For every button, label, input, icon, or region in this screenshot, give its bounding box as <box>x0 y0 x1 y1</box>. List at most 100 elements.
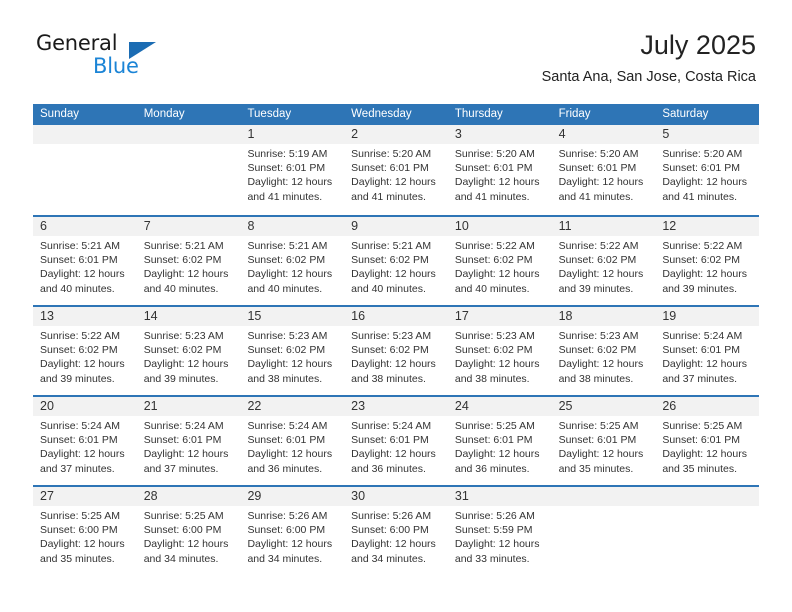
day-details: Sunrise: 5:20 AM Sunset: 6:01 PM Daylight:… <box>344 144 448 204</box>
daylight-text-line1: Daylight: 12 hours <box>662 268 747 281</box>
sunrise-text: Sunrise: 5:23 AM <box>558 330 639 342</box>
calendar-day-cell[interactable]: 17 Sunrise: 5:23 AM Sunset: 6:02 PM Dayligh… <box>447 307 552 395</box>
day-number-strip: 10 <box>447 217 552 236</box>
day-number: 4 <box>558 127 566 141</box>
daylight-text-line1: Daylight: 12 hours <box>143 268 229 281</box>
daylight-text-line2: and 39 minutes. <box>662 282 738 295</box>
day-details: Sunrise: 5:24 AM Sunset: 6:01 PM Daylight:… <box>33 416 137 476</box>
sunrise-text: Sunrise: 5:25 AM <box>40 510 120 522</box>
calendar-day-cell[interactable]: 23 Sunrise: 5:24 AM Sunset: 6:01 PM Dayligh… <box>344 397 448 485</box>
calendar-day-cell[interactable]: 12 Sunrise: 5:22 AM Sunset: 6:02 PM Dayligh… <box>655 217 760 305</box>
day-details: Sunrise: 5:25 AM Sunset: 6:01 PM Daylight:… <box>552 416 656 476</box>
calendar-day-cell[interactable]: 24 Sunrise: 5:25 AM Sunset: 6:01 PM Dayligh… <box>447 397 552 485</box>
calendar-day-cell[interactable]: 3 Sunrise: 5:20 AM Sunset: 6:01 PM Daylight… <box>447 125 552 215</box>
sunset-text: Sunset: 6:01 PM <box>662 162 740 175</box>
calendar-day-cell[interactable]: 9 Sunrise: 5:21 AM Sunset: 6:02 PM Daylight… <box>344 217 448 305</box>
calendar-day-cell[interactable]: 25 Sunrise: 5:25 AM Sunset: 6:01 PM Dayligh… <box>551 397 656 485</box>
day-number: 24 <box>454 399 469 413</box>
calendar-day-cell[interactable]: 31 Sunrise: 5:26 AM Sunset: 5:59 PM Dayligh… <box>447 487 552 575</box>
sunset-text: Sunset: 6:02 PM <box>558 254 637 267</box>
calendar-day-cell[interactable]: 29 Sunrise: 5:26 AM Sunset: 6:00 PM Dayligh… <box>240 487 345 575</box>
calendar-day-cell[interactable]: 10 Sunrise: 5:22 AM Sunset: 6:02 PM Dayligh… <box>447 217 552 305</box>
sunrise-text: Sunrise: 5:24 AM <box>662 330 743 342</box>
daylight-text-line2: and 39 minutes. <box>558 282 634 295</box>
calendar-day-cell[interactable]: 28 Sunrise: 5:25 AM Sunset: 6:00 PM Dayligh… <box>136 487 241 575</box>
daylight-text-line2: and 35 minutes. <box>662 462 738 475</box>
daylight-text-line1: Daylight: 12 hours <box>558 448 644 461</box>
calendar-day-cell[interactable]: 20 Sunrise: 5:24 AM Sunset: 6:01 PM Dayligh… <box>33 397 137 485</box>
sunrise-text: Sunrise: 5:22 AM <box>40 330 120 342</box>
day-details: Sunrise: 5:25 AM Sunset: 6:00 PM Daylight:… <box>33 506 137 566</box>
sunset-text: Sunset: 6:02 PM <box>351 344 429 357</box>
page-title: July 2025 <box>640 30 756 60</box>
calendar-day-cell[interactable]: 7 Sunrise: 5:21 AM Sunset: 6:02 PM Daylight… <box>136 217 241 305</box>
day-details: Sunrise: 5:25 AM Sunset: 6:01 PM Daylight:… <box>655 416 759 476</box>
sunrise-text: Sunrise: 5:24 AM <box>40 420 120 432</box>
calendar-day-cell-empty <box>136 125 241 215</box>
sunset-text: Sunset: 6:02 PM <box>351 254 429 267</box>
calendar-day-cell[interactable]: 16 Sunrise: 5:23 AM Sunset: 6:02 PM Dayligh… <box>344 307 448 395</box>
day-number-strip: 18 <box>551 307 656 326</box>
day-number: 29 <box>247 489 262 503</box>
daylight-text-line2: and 38 minutes. <box>351 372 426 385</box>
sunset-text: Sunset: 5:59 PM <box>454 524 533 537</box>
general-blue-logo[interactable]: General Blue <box>36 33 256 85</box>
calendar-week-row: 1 Sunrise: 5:19 AM Sunset: 6:01 PM Daylight… <box>33 125 760 215</box>
daylight-text-line2: and 39 minutes. <box>143 372 219 385</box>
calendar-day-cell[interactable]: 30 Sunrise: 5:26 AM Sunset: 6:00 PM Dayligh… <box>344 487 448 575</box>
sunrise-text: Sunrise: 5:23 AM <box>351 330 432 342</box>
calendar-day-cell[interactable]: 26 Sunrise: 5:25 AM Sunset: 6:01 PM Dayligh… <box>655 397 760 485</box>
sunrise-text: Sunrise: 5:26 AM <box>247 510 328 522</box>
calendar-day-cell[interactable]: 6 Sunrise: 5:21 AM Sunset: 6:01 PM Daylight… <box>33 217 137 305</box>
calendar-day-cell[interactable]: 15 Sunrise: 5:23 AM Sunset: 6:02 PM Dayligh… <box>240 307 345 395</box>
calendar-week-row: 20 Sunrise: 5:24 AM Sunset: 6:01 PM Dayligh… <box>33 395 760 485</box>
day-details: Sunrise: 5:21 AM Sunset: 6:02 PM Daylight:… <box>344 236 448 296</box>
calendar-day-cell[interactable]: 13 Sunrise: 5:22 AM Sunset: 6:02 PM Dayligh… <box>33 307 137 395</box>
day-number: 5 <box>662 127 670 141</box>
calendar-day-cell[interactable]: 19 Sunrise: 5:24 AM Sunset: 6:01 PM Dayligh… <box>655 307 760 395</box>
calendar-day-cell[interactable]: 14 Sunrise: 5:23 AM Sunset: 6:02 PM Dayligh… <box>136 307 241 395</box>
day-number-strip: 27 <box>33 487 137 506</box>
day-number-strip: 11 <box>551 217 656 236</box>
day-number: 22 <box>247 399 262 413</box>
weekday-header-tuesday: Tuesday <box>247 108 292 120</box>
daylight-text-line2: and 41 minutes. <box>454 190 530 203</box>
calendar-day-cell[interactable]: 11 Sunrise: 5:22 AM Sunset: 6:02 PM Dayligh… <box>551 217 656 305</box>
daylight-text-line1: Daylight: 12 hours <box>558 268 644 281</box>
calendar-day-cell[interactable]: 2 Sunrise: 5:20 AM Sunset: 6:01 PM Daylight… <box>344 125 448 215</box>
calendar-day-cell[interactable]: 1 Sunrise: 5:19 AM Sunset: 6:01 PM Daylight… <box>240 125 345 215</box>
sunset-text: Sunset: 6:01 PM <box>40 434 118 447</box>
sunset-text: Sunset: 6:02 PM <box>454 254 533 267</box>
calendar-day-cell[interactable]: 22 Sunrise: 5:24 AM Sunset: 6:01 PM Dayligh… <box>240 397 345 485</box>
daylight-text-line1: Daylight: 12 hours <box>247 538 333 551</box>
sunrise-text: Sunrise: 5:21 AM <box>247 240 328 252</box>
title-block: July 2025 Santa Ana, San Jose, Costa Ric… <box>542 30 756 86</box>
day-number-strip: 16 <box>344 307 448 326</box>
calendar-day-cell[interactable]: 5 Sunrise: 5:20 AM Sunset: 6:01 PM Daylight… <box>655 125 760 215</box>
calendar-week-row: 27 Sunrise: 5:25 AM Sunset: 6:00 PM Dayligh… <box>33 485 760 575</box>
weekday-header-wednesday: Wednesday <box>351 108 412 120</box>
day-number-strip: 19 <box>655 307 760 326</box>
calendar-day-cell[interactable]: 8 Sunrise: 5:21 AM Sunset: 6:02 PM Daylight… <box>240 217 345 305</box>
calendar-day-cell[interactable]: 18 Sunrise: 5:23 AM Sunset: 6:02 PM Dayligh… <box>551 307 656 395</box>
day-number: 12 <box>662 219 677 233</box>
day-details: Sunrise: 5:24 AM Sunset: 6:01 PM Daylight:… <box>240 416 344 476</box>
day-number: 23 <box>351 399 366 413</box>
calendar-grid: Sunday Monday Tuesday Wednesday Thursday Frid… <box>33 104 760 575</box>
day-number-strip: 13 <box>33 307 137 326</box>
sunrise-text: Sunrise: 5:26 AM <box>351 510 432 522</box>
day-details: Sunrise: 5:26 AM Sunset: 6:00 PM Daylight:… <box>344 506 448 566</box>
daylight-text-line1: Daylight: 12 hours <box>351 448 436 461</box>
sunset-text: Sunset: 6:01 PM <box>558 434 637 447</box>
calendar-day-cell[interactable]: 4 Sunrise: 5:20 AM Sunset: 6:01 PM Daylight… <box>551 125 656 215</box>
day-details: Sunrise: 5:20 AM Sunset: 6:01 PM Daylight:… <box>655 144 759 204</box>
day-details: Sunrise: 5:24 AM Sunset: 6:01 PM Daylight:… <box>655 326 759 386</box>
day-details: Sunrise: 5:22 AM Sunset: 6:02 PM Daylight:… <box>655 236 759 296</box>
day-details: Sunrise: 5:25 AM Sunset: 6:00 PM Daylight:… <box>137 506 241 566</box>
day-number-strip: 26 <box>655 397 760 416</box>
day-details: Sunrise: 5:19 AM Sunset: 6:01 PM Daylight:… <box>240 144 344 204</box>
daylight-text-line1: Daylight: 12 hours <box>40 538 125 551</box>
calendar-day-cell[interactable]: 27 Sunrise: 5:25 AM Sunset: 6:00 PM Dayligh… <box>33 487 137 575</box>
calendar-day-cell[interactable]: 21 Sunrise: 5:24 AM Sunset: 6:01 PM Dayligh… <box>136 397 241 485</box>
sunset-text: Sunset: 6:02 PM <box>454 344 533 357</box>
